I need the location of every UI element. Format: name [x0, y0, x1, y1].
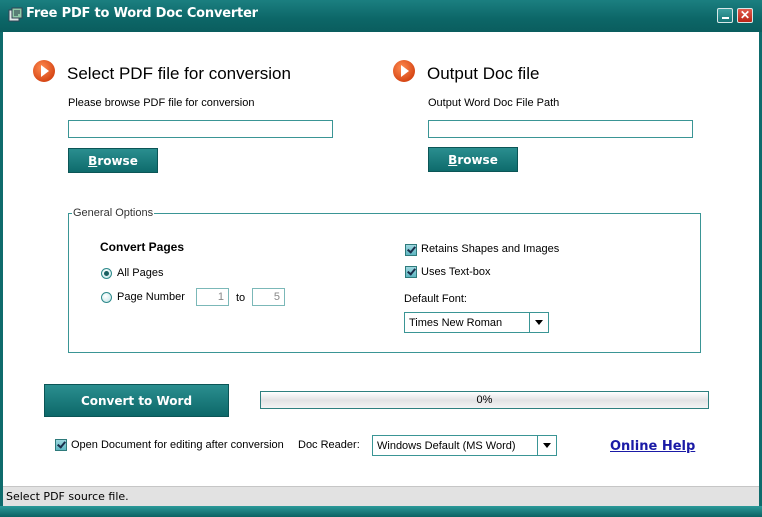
- progress-text: 0%: [476, 394, 493, 406]
- output-label: Output Word Doc File Path: [428, 97, 560, 109]
- page-to-input[interactable]: 5: [252, 288, 285, 306]
- source-heading: Select PDF file for conversion: [67, 64, 291, 83]
- browse-label: rowse: [457, 153, 498, 167]
- status-bar: Select PDF source file.: [3, 486, 759, 506]
- page-from-input[interactable]: 1: [196, 288, 229, 306]
- convert-pages-title: Convert Pages: [100, 240, 185, 254]
- browse-label: rowse: [97, 154, 138, 168]
- general-options-legend: General Options: [73, 207, 154, 219]
- open-after-checkbox[interactable]: [55, 439, 67, 451]
- play-arrow-icon: [393, 60, 415, 82]
- status-text: Select PDF source file.: [6, 490, 129, 503]
- close-icon: ✕: [739, 8, 751, 22]
- default-font-dropdown[interactable]: Times New Roman: [404, 312, 549, 333]
- uses-textbox-checkbox[interactable]: [405, 266, 417, 278]
- source-label: Please browse PDF file for conversion: [68, 97, 255, 109]
- window-bottom-border: [0, 506, 762, 517]
- doc-reader-label: Doc Reader:: [298, 439, 360, 451]
- chevron-down-icon[interactable]: [529, 313, 548, 332]
- to-label: to: [236, 292, 246, 304]
- default-font-value: Times New Roman: [409, 317, 503, 329]
- all-pages-radio[interactable]: [101, 268, 112, 279]
- chevron-down-icon[interactable]: [537, 436, 556, 455]
- close-button[interactable]: ✕: [737, 8, 753, 23]
- retain-shapes-checkbox[interactable]: [405, 244, 417, 256]
- accelerator-key: B: [88, 154, 98, 168]
- doc-reader-value: Windows Default (MS Word): [377, 440, 516, 452]
- accelerator-key: B: [448, 153, 458, 167]
- retain-shapes-label[interactable]: Retains Shapes and Images: [421, 243, 559, 255]
- minimize-button[interactable]: [717, 8, 733, 23]
- app-icon: [8, 7, 23, 22]
- output-heading: Output Doc file: [427, 64, 540, 83]
- output-path-input[interactable]: [428, 120, 693, 138]
- uses-textbox-label[interactable]: Uses Text-box: [421, 266, 491, 278]
- convert-button[interactable]: Convert to Word Document: [44, 384, 229, 441]
- page-number-radio[interactable]: [101, 292, 112, 303]
- online-help-link[interactable]: Online Help: [610, 439, 695, 454]
- play-arrow-icon: [33, 60, 55, 82]
- page-number-label[interactable]: Page Number: [117, 291, 185, 303]
- source-path-input[interactable]: [68, 120, 333, 138]
- default-font-label: Default Font:: [404, 293, 467, 305]
- window-title: Free PDF to Word Doc Converter: [26, 6, 258, 21]
- title-bar[interactable]: Free PDF to Word Doc Converter ✕: [0, 0, 762, 32]
- progress-bar: 0%: [260, 391, 709, 409]
- source-browse-button[interactable]: Browse: [68, 148, 158, 173]
- doc-reader-dropdown[interactable]: Windows Default (MS Word): [372, 435, 557, 456]
- output-browse-button[interactable]: Browse: [428, 147, 518, 172]
- all-pages-label[interactable]: All Pages: [117, 267, 163, 279]
- general-options-group: General Options: [68, 207, 701, 353]
- open-after-label[interactable]: Open Document for editing after conversi…: [71, 439, 284, 451]
